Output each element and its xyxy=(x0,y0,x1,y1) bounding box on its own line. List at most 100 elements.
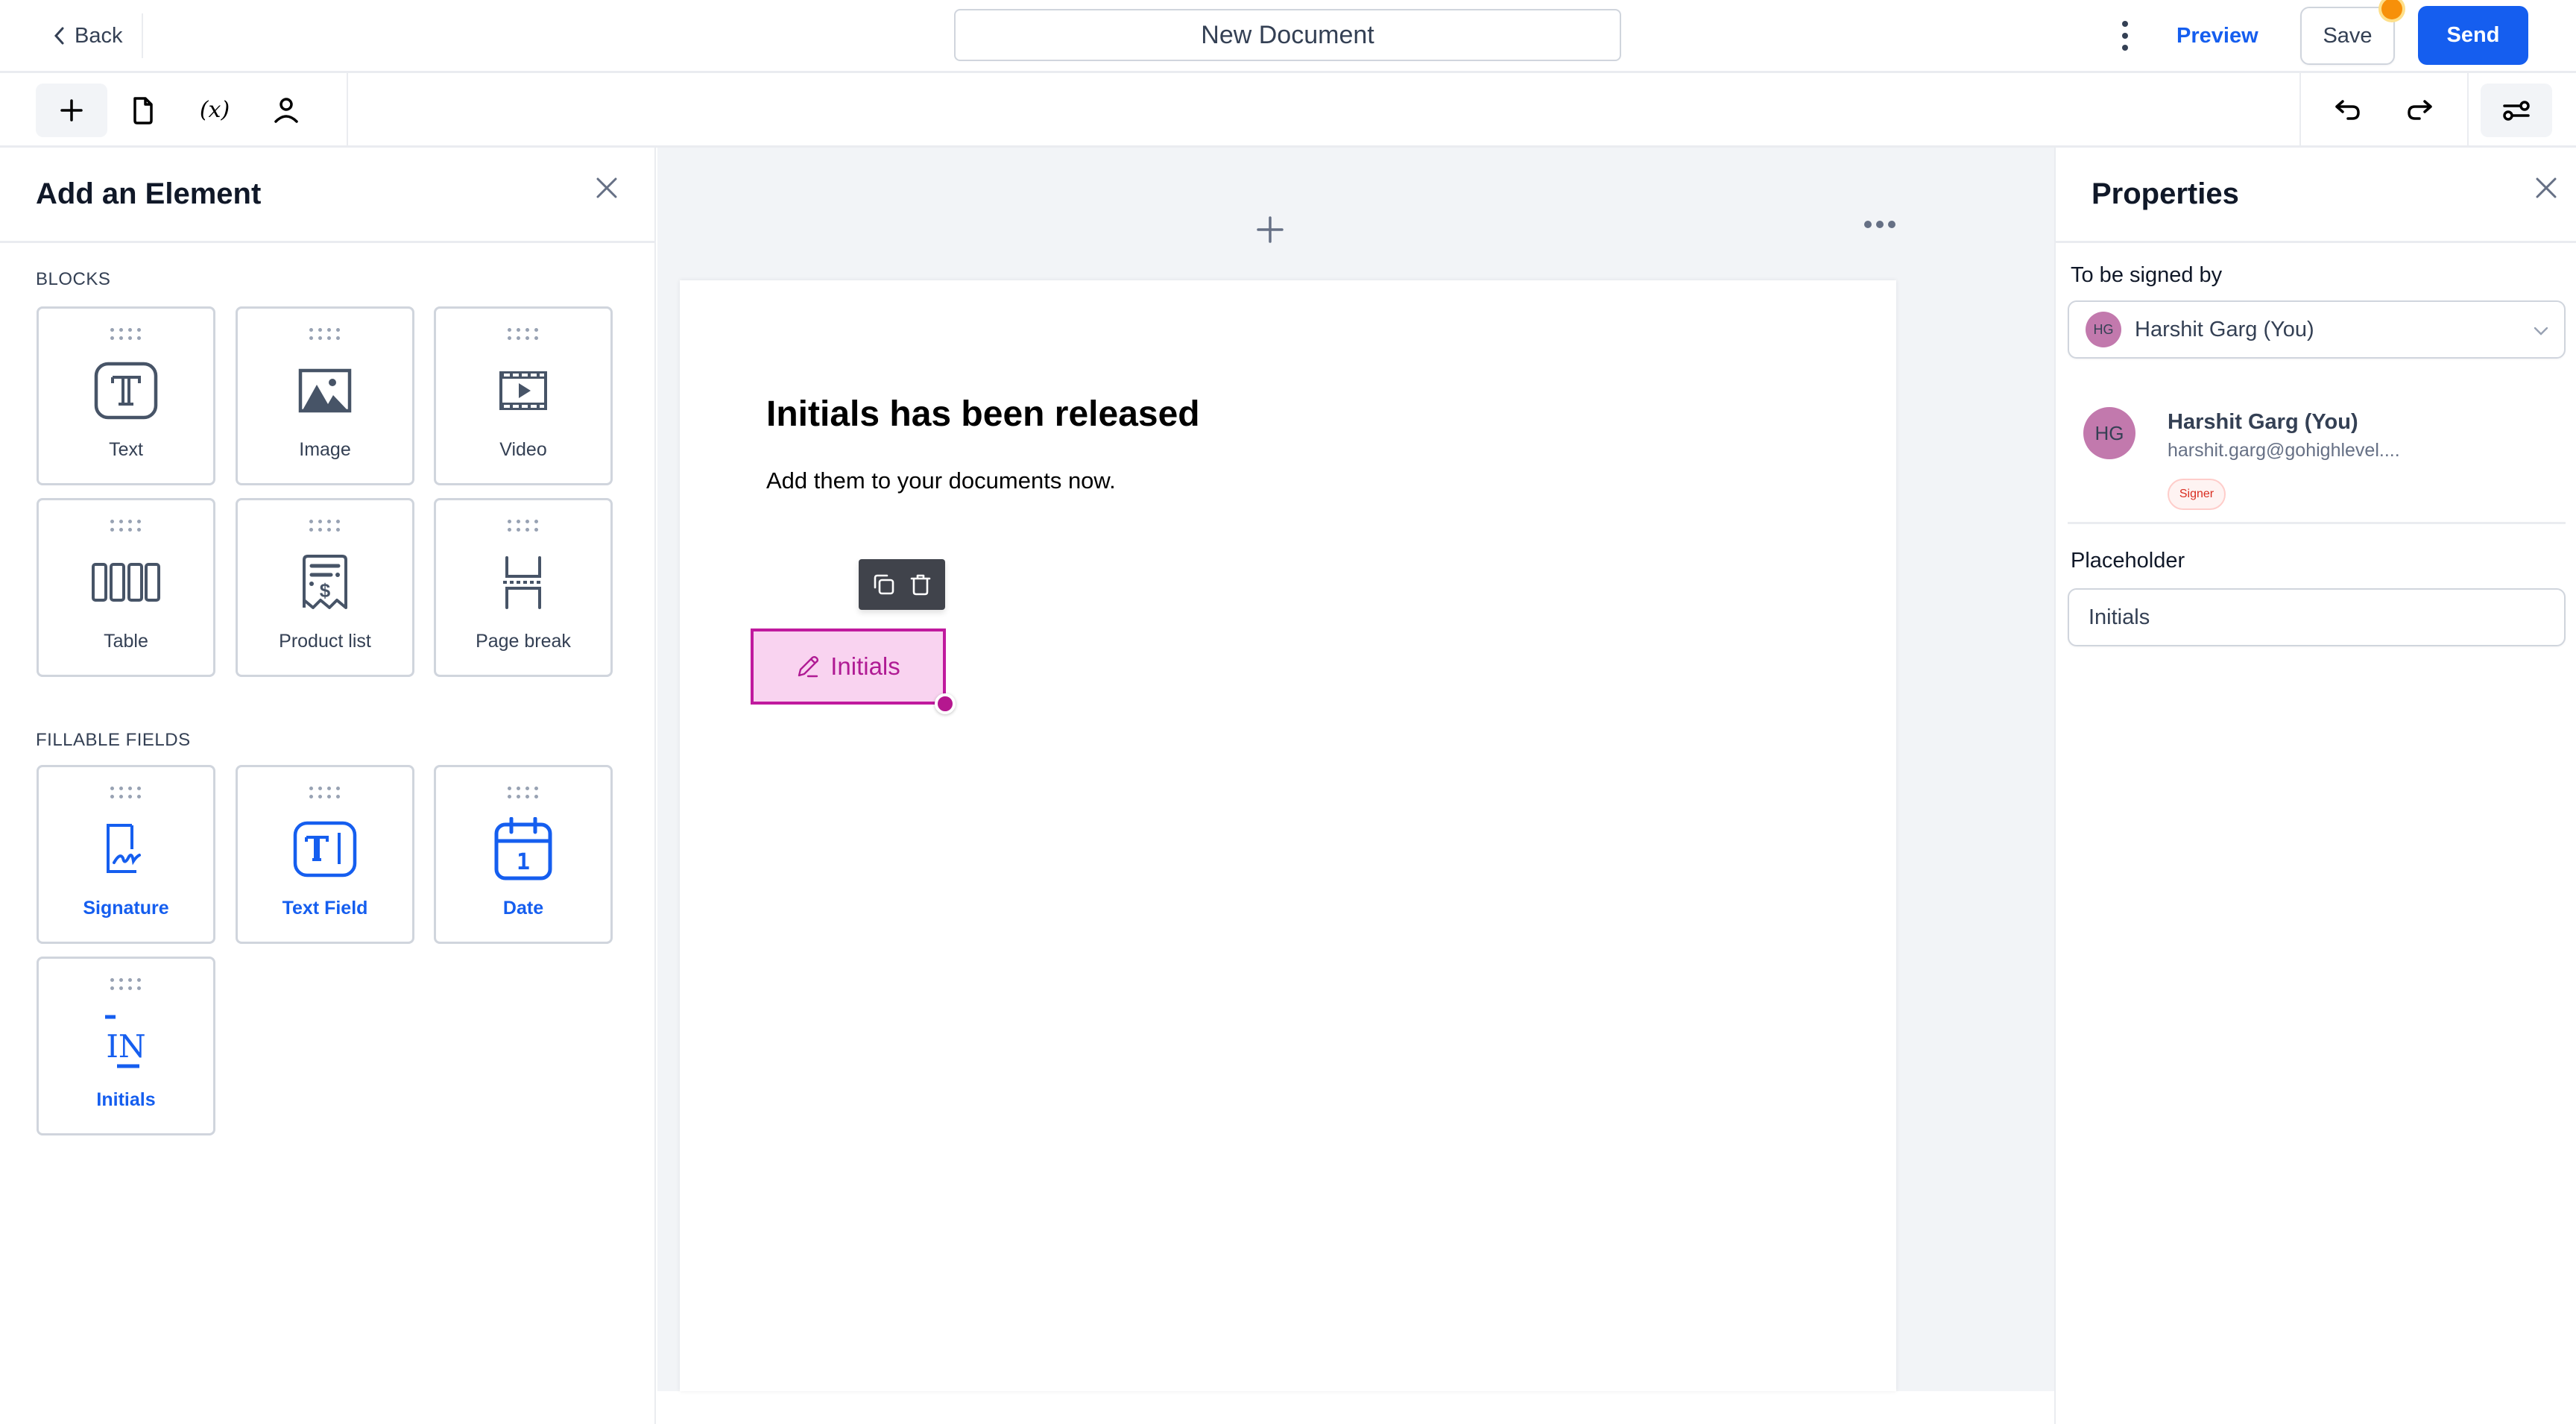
recipients-tool[interactable] xyxy=(250,84,322,137)
block-text[interactable]: Text xyxy=(37,306,215,485)
preview-button[interactable]: Preview xyxy=(2176,18,2258,54)
file-icon xyxy=(133,97,153,125)
drag-handle-icon[interactable] xyxy=(110,787,141,801)
signature-icon xyxy=(107,824,141,873)
undo-button[interactable] xyxy=(2312,84,2384,137)
drag-handle-icon[interactable] xyxy=(110,978,141,993)
role-badge: Signer xyxy=(2168,479,2226,510)
signer-select[interactable]: HG Harshit Garg (You) xyxy=(2068,300,2566,359)
block-label: Video xyxy=(499,439,547,460)
block-label: Text xyxy=(109,439,143,460)
block-label: Product list xyxy=(279,631,371,652)
table-icon xyxy=(92,563,160,602)
blocks-section-label: BLOCKS xyxy=(36,269,111,289)
variables-tool[interactable]: (x) xyxy=(179,84,250,137)
signer-name: Harshit Garg (You) xyxy=(2168,410,2358,434)
calendar-icon: 1 xyxy=(494,817,552,880)
back-label: Back xyxy=(75,23,123,48)
block-label: Page break xyxy=(476,631,571,652)
initials-field-label: Initials xyxy=(830,652,900,680)
chevron-down-icon xyxy=(2534,327,2548,335)
send-button[interactable]: Send xyxy=(2418,6,2528,65)
kebab-dot xyxy=(2122,33,2128,39)
page-heading[interactable]: Initials has been released xyxy=(766,394,1200,435)
avatar: HG xyxy=(2083,407,2135,459)
field-text-field[interactable]: Text Field xyxy=(236,765,414,944)
redo-icon xyxy=(2408,100,2432,120)
header-divider xyxy=(142,13,143,58)
block-video[interactable]: Video xyxy=(434,306,613,485)
more-options-button[interactable] xyxy=(2115,21,2135,51)
trash-icon[interactable] xyxy=(909,573,932,596)
field-date[interactable]: 1 Date xyxy=(434,765,613,944)
page-options-icon[interactable] xyxy=(1863,219,1896,230)
block-product-list[interactable]: $ Product list xyxy=(236,498,414,677)
field-label: Date xyxy=(502,898,544,919)
field-action-toolbar xyxy=(859,559,945,610)
svg-text:1: 1 xyxy=(517,849,530,875)
block-label: Table xyxy=(104,631,148,652)
document-page[interactable]: Initials has been released Add them to y… xyxy=(680,280,1896,1391)
fillable-fields-section-label: FILLABLE FIELDS xyxy=(36,730,191,750)
initials-field[interactable]: Initials xyxy=(751,628,946,705)
drag-handle-icon[interactable] xyxy=(508,787,538,801)
panel-divider xyxy=(2056,241,2576,243)
page-break-icon xyxy=(503,556,543,609)
signed-by-label: To be signed by xyxy=(2071,263,2223,287)
toolbar-divider xyxy=(347,73,348,148)
kebab-dot xyxy=(2122,45,2128,51)
svg-text:$: $ xyxy=(320,579,331,602)
field-initials[interactable]: IN Initials xyxy=(37,957,215,1135)
signer-select-value: Harshit Garg (You) xyxy=(2135,317,2314,341)
add-page-icon[interactable] xyxy=(1255,215,1285,245)
settings-button[interactable] xyxy=(2481,84,2552,137)
drag-handle-icon[interactable] xyxy=(110,520,141,535)
field-label: Signature xyxy=(83,898,169,919)
drag-handle-icon[interactable] xyxy=(508,328,538,343)
receipt-icon: $ xyxy=(303,555,347,609)
drag-handle-icon[interactable] xyxy=(309,787,340,801)
placeholder-label: Placeholder xyxy=(2071,549,2185,573)
svg-text:(x): (x) xyxy=(200,97,230,123)
pen-icon xyxy=(798,656,819,678)
back-button[interactable]: Back xyxy=(52,19,122,52)
block-label: Image xyxy=(299,439,351,460)
block-table[interactable]: Table xyxy=(37,498,215,677)
field-signature[interactable]: Signature xyxy=(37,765,215,944)
drag-handle-icon[interactable] xyxy=(309,328,340,343)
pages-tool[interactable] xyxy=(107,84,179,137)
editor-toolbar: (x) xyxy=(0,73,2576,148)
drag-handle-icon[interactable] xyxy=(110,328,141,343)
variable-icon: (x) xyxy=(200,97,230,123)
save-button[interactable]: Save xyxy=(2300,7,2395,65)
drag-handle-icon[interactable] xyxy=(508,520,538,535)
image-icon xyxy=(298,368,352,413)
plus-icon xyxy=(60,99,83,122)
unsaved-indicator xyxy=(2381,0,2402,19)
block-page-break[interactable]: Page break xyxy=(434,498,613,677)
close-icon[interactable] xyxy=(593,174,620,201)
panel-divider xyxy=(0,241,656,243)
video-icon xyxy=(499,371,547,410)
text-field-icon xyxy=(293,821,357,878)
placeholder-input[interactable] xyxy=(2068,588,2566,646)
chevron-left-icon xyxy=(54,27,64,45)
add-element-tool[interactable] xyxy=(36,84,107,137)
signer-card: HG Harshit Garg (You) harshit.garg@gohig… xyxy=(2068,401,2566,524)
page-body-text[interactable]: Add them to your documents now. xyxy=(766,467,1116,494)
svg-text:IN: IN xyxy=(106,1028,145,1065)
drag-handle-icon[interactable] xyxy=(309,520,340,535)
panel-title: Properties xyxy=(2092,177,2239,210)
field-label: Initials xyxy=(96,1089,156,1110)
toolbar-divider xyxy=(2299,73,2301,148)
close-icon[interactable] xyxy=(2533,174,2560,201)
add-element-panel: Add an Element BLOCKS Text Image Video T… xyxy=(0,148,656,1424)
toolbar-divider xyxy=(2467,73,2469,148)
document-title-input[interactable]: New Document xyxy=(954,9,1621,61)
redo-button[interactable] xyxy=(2384,84,2455,137)
resize-handle[interactable] xyxy=(935,693,956,714)
signer-email: harshit.garg@gohighlevel.... xyxy=(2168,440,2400,461)
properties-panel: Properties To be signed by HG Harshit Ga… xyxy=(2054,148,2576,1424)
copy-icon[interactable] xyxy=(872,573,896,596)
block-image[interactable]: Image xyxy=(236,306,414,485)
